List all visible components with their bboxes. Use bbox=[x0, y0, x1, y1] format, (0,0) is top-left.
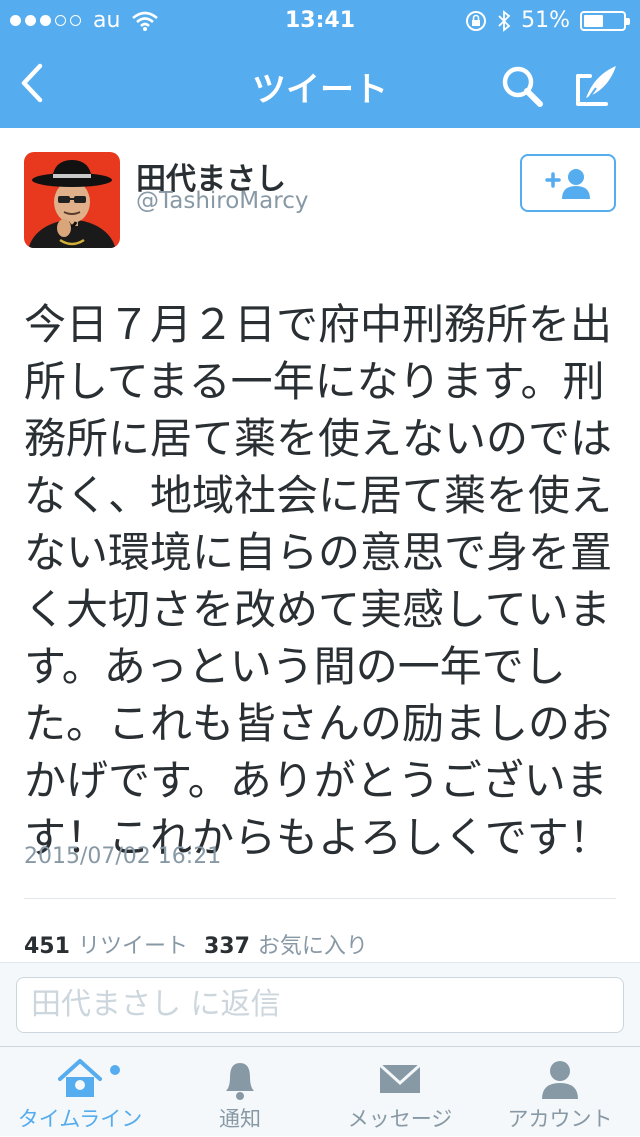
retweet-count[interactable]: 451 bbox=[24, 934, 70, 959]
tab-timeline[interactable]: タイムライン bbox=[0, 1047, 160, 1137]
battery-icon bbox=[580, 10, 630, 31]
tweet-stats: 451 リツイート 337 お気に入り bbox=[24, 928, 368, 960]
reply-input[interactable]: 田代まさし に返信 bbox=[16, 977, 624, 1033]
orientation-lock-icon bbox=[466, 10, 487, 31]
follow-button[interactable] bbox=[520, 154, 616, 212]
favorite-label[interactable]: お気に入り bbox=[258, 928, 368, 960]
home-icon bbox=[58, 1059, 102, 1097]
tab-bar: タイムライン 通知 メッセージ アカウント bbox=[0, 1046, 640, 1136]
status-bar-right: 51% bbox=[465, 8, 630, 33]
status-bar: au 13:41 51% bbox=[0, 0, 640, 40]
tab-label: タイムライン bbox=[17, 1107, 143, 1131]
favorite-count[interactable]: 337 bbox=[204, 934, 250, 959]
battery-percent: 51% bbox=[521, 8, 570, 33]
reply-bar: 田代まさし に返信 bbox=[0, 962, 640, 1047]
envelope-icon bbox=[378, 1063, 422, 1093]
add-user-icon bbox=[545, 169, 590, 199]
tweet-text: 今日７月２日で府中刑務所を出所してまる一年になります。刑務所に居て薬を使えないの… bbox=[24, 300, 613, 862]
search-icon[interactable] bbox=[498, 62, 546, 110]
navigation-bar: ツイート bbox=[0, 40, 640, 128]
bell-icon bbox=[226, 1063, 254, 1100]
tab-messages[interactable]: メッセージ bbox=[320, 1047, 480, 1137]
new-items-indicator bbox=[110, 1065, 120, 1075]
avatar[interactable] bbox=[24, 152, 120, 248]
tweet-timestamp: 2015/07/02 16:21 bbox=[24, 844, 222, 869]
divider bbox=[24, 898, 616, 899]
user-handle[interactable]: @TashiroMarcy bbox=[136, 188, 308, 214]
tab-account[interactable]: アカウント bbox=[480, 1047, 640, 1137]
tab-notifications[interactable]: 通知 bbox=[160, 1047, 320, 1137]
bluetooth-icon bbox=[498, 9, 511, 32]
retweet-label[interactable]: リツイート bbox=[78, 928, 188, 960]
tab-label: アカウント bbox=[507, 1107, 613, 1131]
tab-label: メッセージ bbox=[347, 1107, 453, 1131]
tab-label: 通知 bbox=[219, 1107, 261, 1131]
compose-icon[interactable] bbox=[572, 62, 620, 110]
person-icon bbox=[542, 1061, 578, 1099]
